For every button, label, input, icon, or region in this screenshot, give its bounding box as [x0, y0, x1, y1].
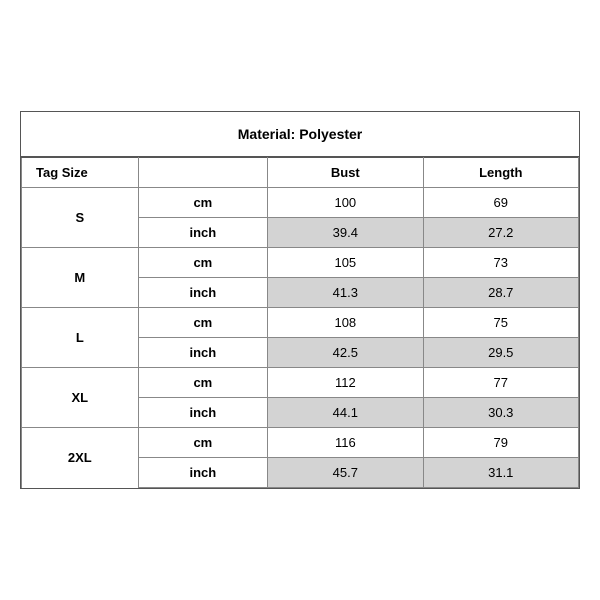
length-inch: 30.3 — [423, 398, 578, 428]
bust-inch: 42.5 — [268, 338, 423, 368]
unit-inch: inch — [138, 338, 268, 368]
table-row: Mcm10573 — [22, 248, 579, 278]
unit-inch: inch — [138, 278, 268, 308]
bust-inch: 44.1 — [268, 398, 423, 428]
size-label: S — [22, 188, 139, 248]
length-inch: 29.5 — [423, 338, 578, 368]
size-label: M — [22, 248, 139, 308]
size-label: L — [22, 308, 139, 368]
table-row: Lcm10875 — [22, 308, 579, 338]
table-row: 2XLcm11679 — [22, 428, 579, 458]
unit-cm: cm — [138, 188, 268, 218]
unit-cm: cm — [138, 428, 268, 458]
size-chart-container: Material: Polyester Tag Size Bust Length… — [20, 111, 580, 489]
length-cm: 73 — [423, 248, 578, 278]
table-row: Scm10069 — [22, 188, 579, 218]
length-cm: 79 — [423, 428, 578, 458]
unit-cm: cm — [138, 248, 268, 278]
length-cm: 77 — [423, 368, 578, 398]
bust-cm: 116 — [268, 428, 423, 458]
bust-inch: 45.7 — [268, 458, 423, 488]
bust-cm: 108 — [268, 308, 423, 338]
unit-inch: inch — [138, 458, 268, 488]
bust-cm: 100 — [268, 188, 423, 218]
unit-cm: cm — [138, 368, 268, 398]
length-inch: 28.7 — [423, 278, 578, 308]
table-row: XLcm11277 — [22, 368, 579, 398]
length-inch: 31.1 — [423, 458, 578, 488]
header-bust: Bust — [268, 158, 423, 188]
length-inch: 27.2 — [423, 218, 578, 248]
bust-inch: 39.4 — [268, 218, 423, 248]
unit-cm: cm — [138, 308, 268, 338]
bust-cm: 112 — [268, 368, 423, 398]
bust-inch: 41.3 — [268, 278, 423, 308]
size-label: 2XL — [22, 428, 139, 488]
size-table: Tag Size Bust Length Scm10069inch39.427.… — [21, 157, 579, 488]
chart-title: Material: Polyester — [21, 112, 579, 157]
header-length: Length — [423, 158, 578, 188]
header-unit — [138, 158, 268, 188]
length-cm: 75 — [423, 308, 578, 338]
length-cm: 69 — [423, 188, 578, 218]
unit-inch: inch — [138, 398, 268, 428]
bust-cm: 105 — [268, 248, 423, 278]
size-label: XL — [22, 368, 139, 428]
header-tag-size: Tag Size — [22, 158, 139, 188]
unit-inch: inch — [138, 218, 268, 248]
